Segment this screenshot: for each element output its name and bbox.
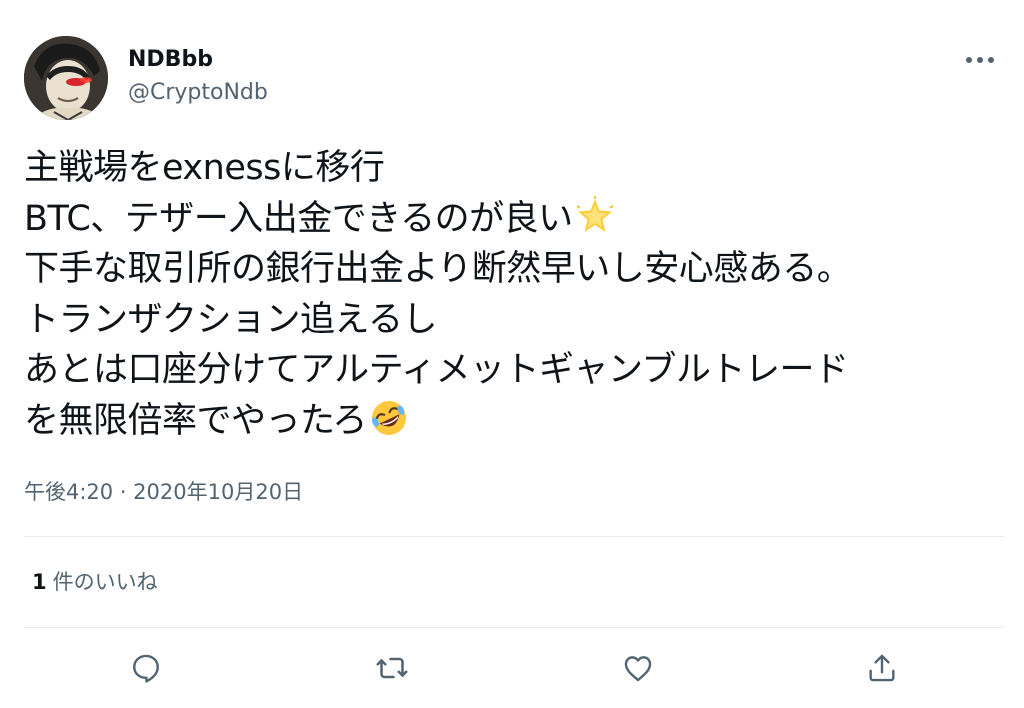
retweet-button[interactable] [370,646,414,690]
tweet-timestamp[interactable]: 午後4:20 · 2020年10月20日 [24,478,303,506]
author-handle[interactable]: @CryptoNdb [128,78,268,108]
tweet-body: 主戦場をexnessに移行 BTC、テザー入出金できるのが良い 下手な取引所の銀… [24,143,1000,446]
tweet-body-line-4: トランザクション追えるし [24,299,437,340]
more-options-button[interactable] [960,48,1000,72]
divider-top [24,536,1004,537]
share-icon [869,654,895,682]
author-info: NDBbb @CryptoNdb [128,46,268,108]
tweet-body-line-6: を無限倍率でやったろ [24,400,367,441]
avatar[interactable] [24,36,108,120]
tweet-body-line-1: 主戦場をexnessに移行 [24,148,385,188]
tweet-body-line-2: BTC、テザー入出金できるのが良い [24,198,573,239]
likes-summary[interactable]: 1 件のいいね [32,568,158,596]
likes-label: 件のいいね [52,570,158,594]
author-display-name[interactable]: NDBbb [128,46,268,74]
likes-count: 1 [32,570,47,594]
heart-icon [624,656,652,682]
divider-bottom [24,627,1004,628]
avatar-image [24,36,108,120]
tweet-body-line-3: 下手な取引所の銀行出金より断然早いし安心感ある。 [24,249,852,289]
reply-button[interactable] [124,646,168,690]
tweet-body-line-6-wrapper: を無限倍率でやったろ [24,396,1000,447]
tweet-body-line-2-wrapper: BTC、テザー入出金できるのが良い [24,194,1000,245]
like-button[interactable] [616,646,660,690]
glowing-star-emoji [576,195,614,232]
retweet-icon [376,657,408,679]
reply-icon [133,654,159,683]
tweet-card: NDBbb @CryptoNdb 主戦場をexnessに移行 BTC、テザー入出… [0,0,1024,708]
rolling-on-floor-laughing-emoji [371,400,406,435]
action-bar [0,646,1024,690]
more-horizontal-icon [966,57,994,63]
tweet-body-line-5: あとは口座分けてアルティメットギャンブルトレード [24,350,849,390]
share-button[interactable] [860,646,904,690]
tweet-header: NDBbb @CryptoNdb [24,36,1000,120]
